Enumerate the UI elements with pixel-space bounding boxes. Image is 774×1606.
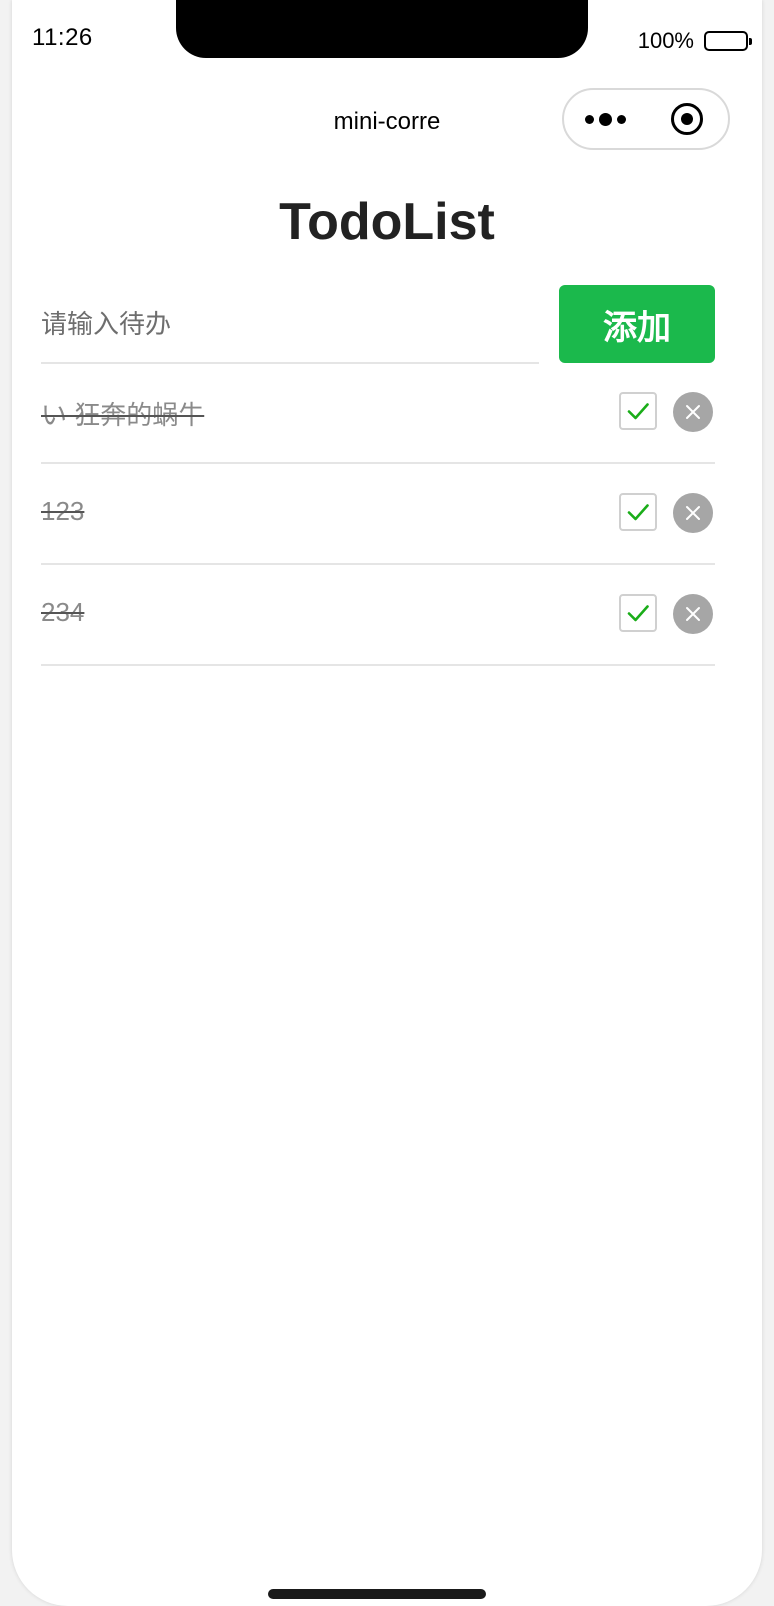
todo-item: い 狂奔的蜗牛 — [41, 363, 715, 464]
delete-button[interactable] — [673, 392, 713, 432]
close-icon — [686, 405, 700, 419]
notch — [176, 0, 588, 58]
todo-text: 123 — [41, 496, 85, 526]
more-dot-right — [616, 114, 626, 124]
todo-checkbox[interactable] — [619, 594, 657, 632]
todo-text: 234 — [41, 597, 85, 627]
more-dots-icon — [584, 114, 594, 124]
close-icon — [686, 506, 700, 520]
todo-text: い 狂奔的蜗牛 — [41, 400, 205, 430]
more-dot-center — [598, 112, 612, 126]
todo-input[interactable] — [41, 286, 539, 364]
capsule-menu — [562, 88, 730, 150]
target-icon — [671, 103, 703, 135]
phone-frame: 11:26 100% mini-corre TodoList 添加 い 狂奔的蜗… — [12, 0, 762, 1606]
delete-button[interactable] — [673, 493, 713, 533]
status-right: 100% — [637, 28, 752, 54]
close-miniprogram-button[interactable] — [646, 90, 728, 148]
todo-checkbox[interactable] — [619, 493, 657, 531]
checkmark-icon — [627, 403, 649, 420]
delete-button[interactable] — [673, 594, 713, 634]
home-indicator — [268, 1589, 486, 1599]
todo-item: 234 — [41, 565, 715, 666]
todo-checkbox[interactable] — [619, 392, 657, 430]
checkmark-icon — [627, 504, 649, 521]
todo-list: い 狂奔的蜗牛 123 234 — [41, 363, 715, 666]
more-button[interactable] — [564, 90, 646, 148]
checkmark-icon — [627, 605, 649, 622]
add-button[interactable]: 添加 — [559, 285, 715, 363]
status-time: 11:26 — [32, 24, 93, 51]
battery-icon — [704, 31, 752, 51]
page-title: TodoList — [279, 193, 495, 251]
close-icon — [686, 607, 700, 621]
battery-percent: 100% — [637, 28, 694, 53]
todo-item: 123 — [41, 464, 715, 565]
